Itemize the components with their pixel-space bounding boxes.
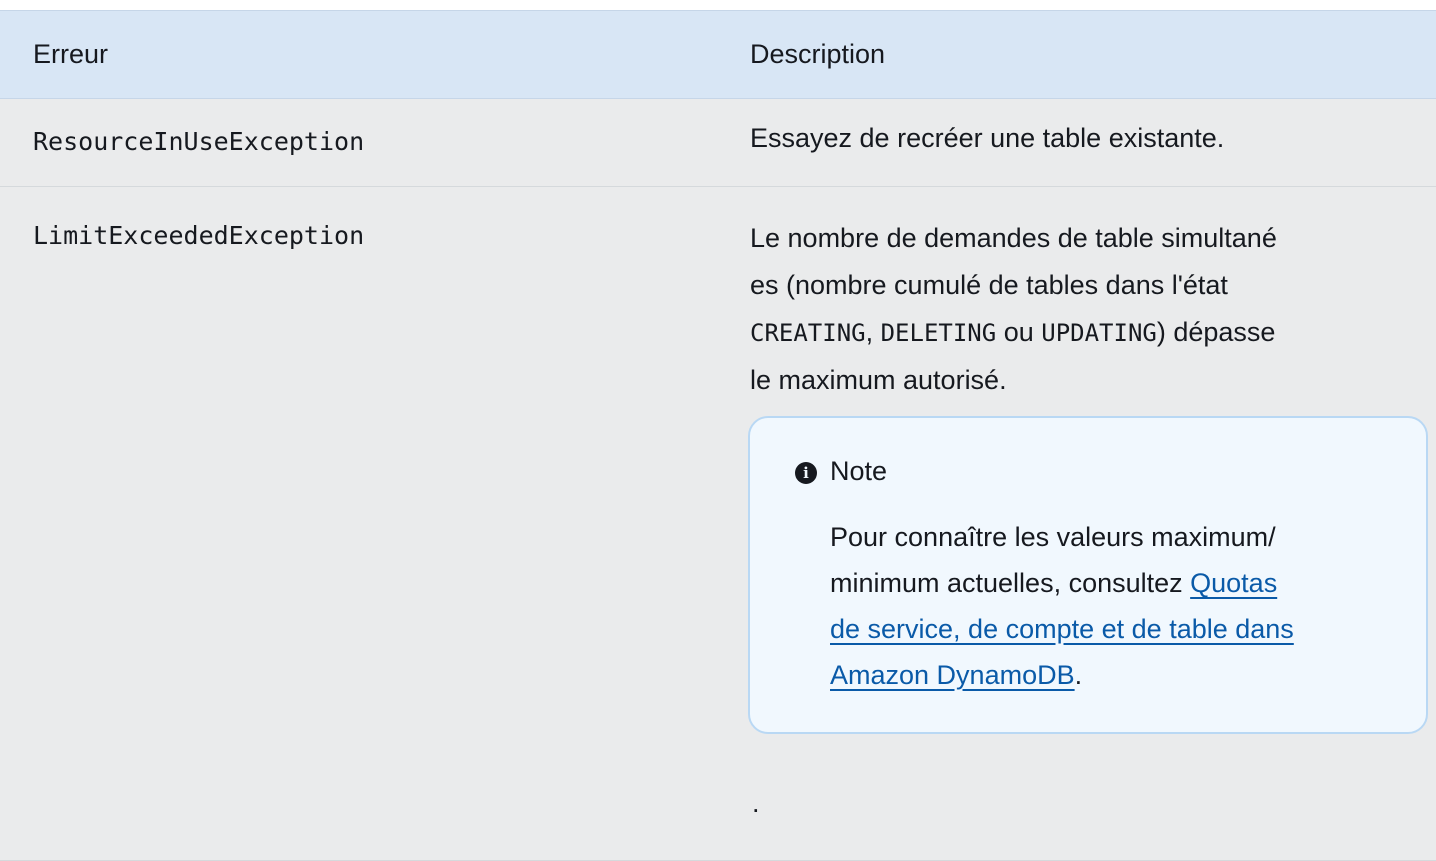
description-line: Le nombre de demandes de table simultané <box>750 223 1277 253</box>
header-description: Description <box>750 39 886 69</box>
quotas-link[interactable]: Quotas <box>1190 568 1277 598</box>
separator: ou <box>996 317 1042 347</box>
note-callout: i Note Pour connaître les valeurs maximu… <box>748 416 1428 734</box>
note-body: Pour connaître les valeurs maximum/ mini… <box>830 514 1420 698</box>
error-description: Le nombre de demandes de table simultané… <box>750 215 1430 404</box>
table-header: Erreur Description <box>0 10 1436 99</box>
separator: , <box>865 317 881 347</box>
error-code: ResourceInUseException <box>33 127 365 156</box>
quotas-link[interactable]: Amazon DynamoDB <box>830 660 1075 690</box>
note-title: Note <box>830 456 888 486</box>
trailing-period: . <box>752 788 760 818</box>
description-tail: ) dépasse <box>1156 317 1276 347</box>
note-line: Amazon DynamoDB. <box>830 652 1420 698</box>
state-deleting: DELETING <box>880 319 997 347</box>
state-updating: UPDATING <box>1041 319 1157 347</box>
info-icon: i <box>795 462 817 484</box>
description-line: CREATING, DELETING ou UPDATING) dépasse <box>750 309 1430 357</box>
header-error: Erreur <box>33 39 109 69</box>
description-line: es (nombre cumulé de tables dans l'état <box>750 270 1228 300</box>
quotas-link[interactable]: de service, de compte et de table dans <box>830 614 1294 644</box>
note-line: minimum actuelles, consultez Quotas <box>830 560 1420 606</box>
error-description: Essayez de recréer une table existante. <box>750 123 1225 153</box>
state-creating: CREATING <box>750 319 866 347</box>
error-code: LimitExceededException <box>33 221 365 250</box>
errors-table: Erreur Description ResourceInUseExceptio… <box>0 10 1436 861</box>
note-line: de service, de compte et de table dans <box>830 606 1420 652</box>
note-text: minimum actuelles, consultez <box>830 568 1191 598</box>
description-line: le maximum autorisé. <box>750 365 1007 395</box>
note-line: Pour connaître les valeurs maximum/ <box>830 522 1276 552</box>
table-row: ResourceInUseException Essayez de recrée… <box>0 99 1436 187</box>
note-period: . <box>1074 660 1083 690</box>
